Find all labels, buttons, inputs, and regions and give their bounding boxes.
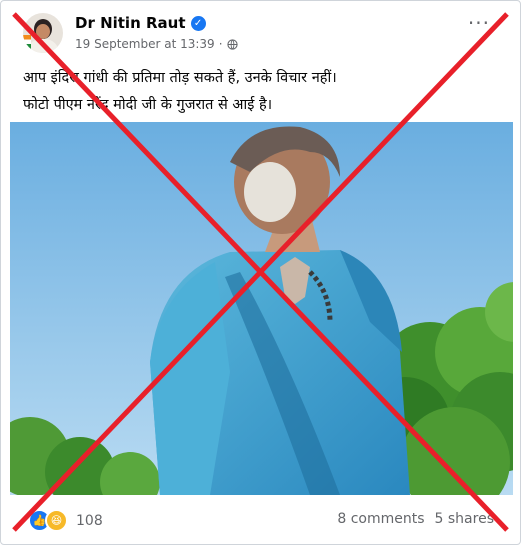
avatar-body [27,39,59,53]
meta-separator: · [218,37,223,51]
author-avatar[interactable] [23,13,63,53]
facebook-post: Dr Nitin Raut ✓ 19 September at 13:39 · … [0,0,521,545]
author-name[interactable]: Dr Nitin Raut [75,14,186,32]
author-name-row: Dr Nitin Raut ✓ [75,14,206,32]
reactions-summary[interactable]: 👍 😆 108 [28,509,103,532]
reaction-count: 108 [76,512,103,529]
post-timestamp[interactable]: 19 September at 13:39 [75,37,215,51]
post-text: आप इंदिरा गांधी की प्रतिमा तोड़ सकते हैं… [23,65,503,119]
comments-link[interactable]: 8 comments [337,511,424,527]
verified-badge-icon: ✓ [190,15,206,31]
post-text-line-2: फोटो पीएम नरेंद्र मोदी जी के गुजरात से आ… [23,97,273,113]
shares-link[interactable]: 5 shares [435,511,494,527]
post-stats: 8 comments 5 shares [337,511,494,527]
avatar-face [36,24,50,39]
post-text-line-1: आप इंदिरा गांधी की प्रतिमा तोड़ सकते हैं… [23,70,337,86]
haha-reaction-icon: 😆 [45,509,68,532]
post-meta: 19 September at 13:39 · [75,37,238,51]
post-footer: 👍 😆 108 8 comments 5 shares [1,497,520,542]
statue-photo [10,122,513,495]
avatar-flag [23,35,31,49]
post-photo[interactable] [10,122,513,495]
globe-icon[interactable] [226,38,238,50]
more-options-icon[interactable]: ··· [468,13,490,33]
